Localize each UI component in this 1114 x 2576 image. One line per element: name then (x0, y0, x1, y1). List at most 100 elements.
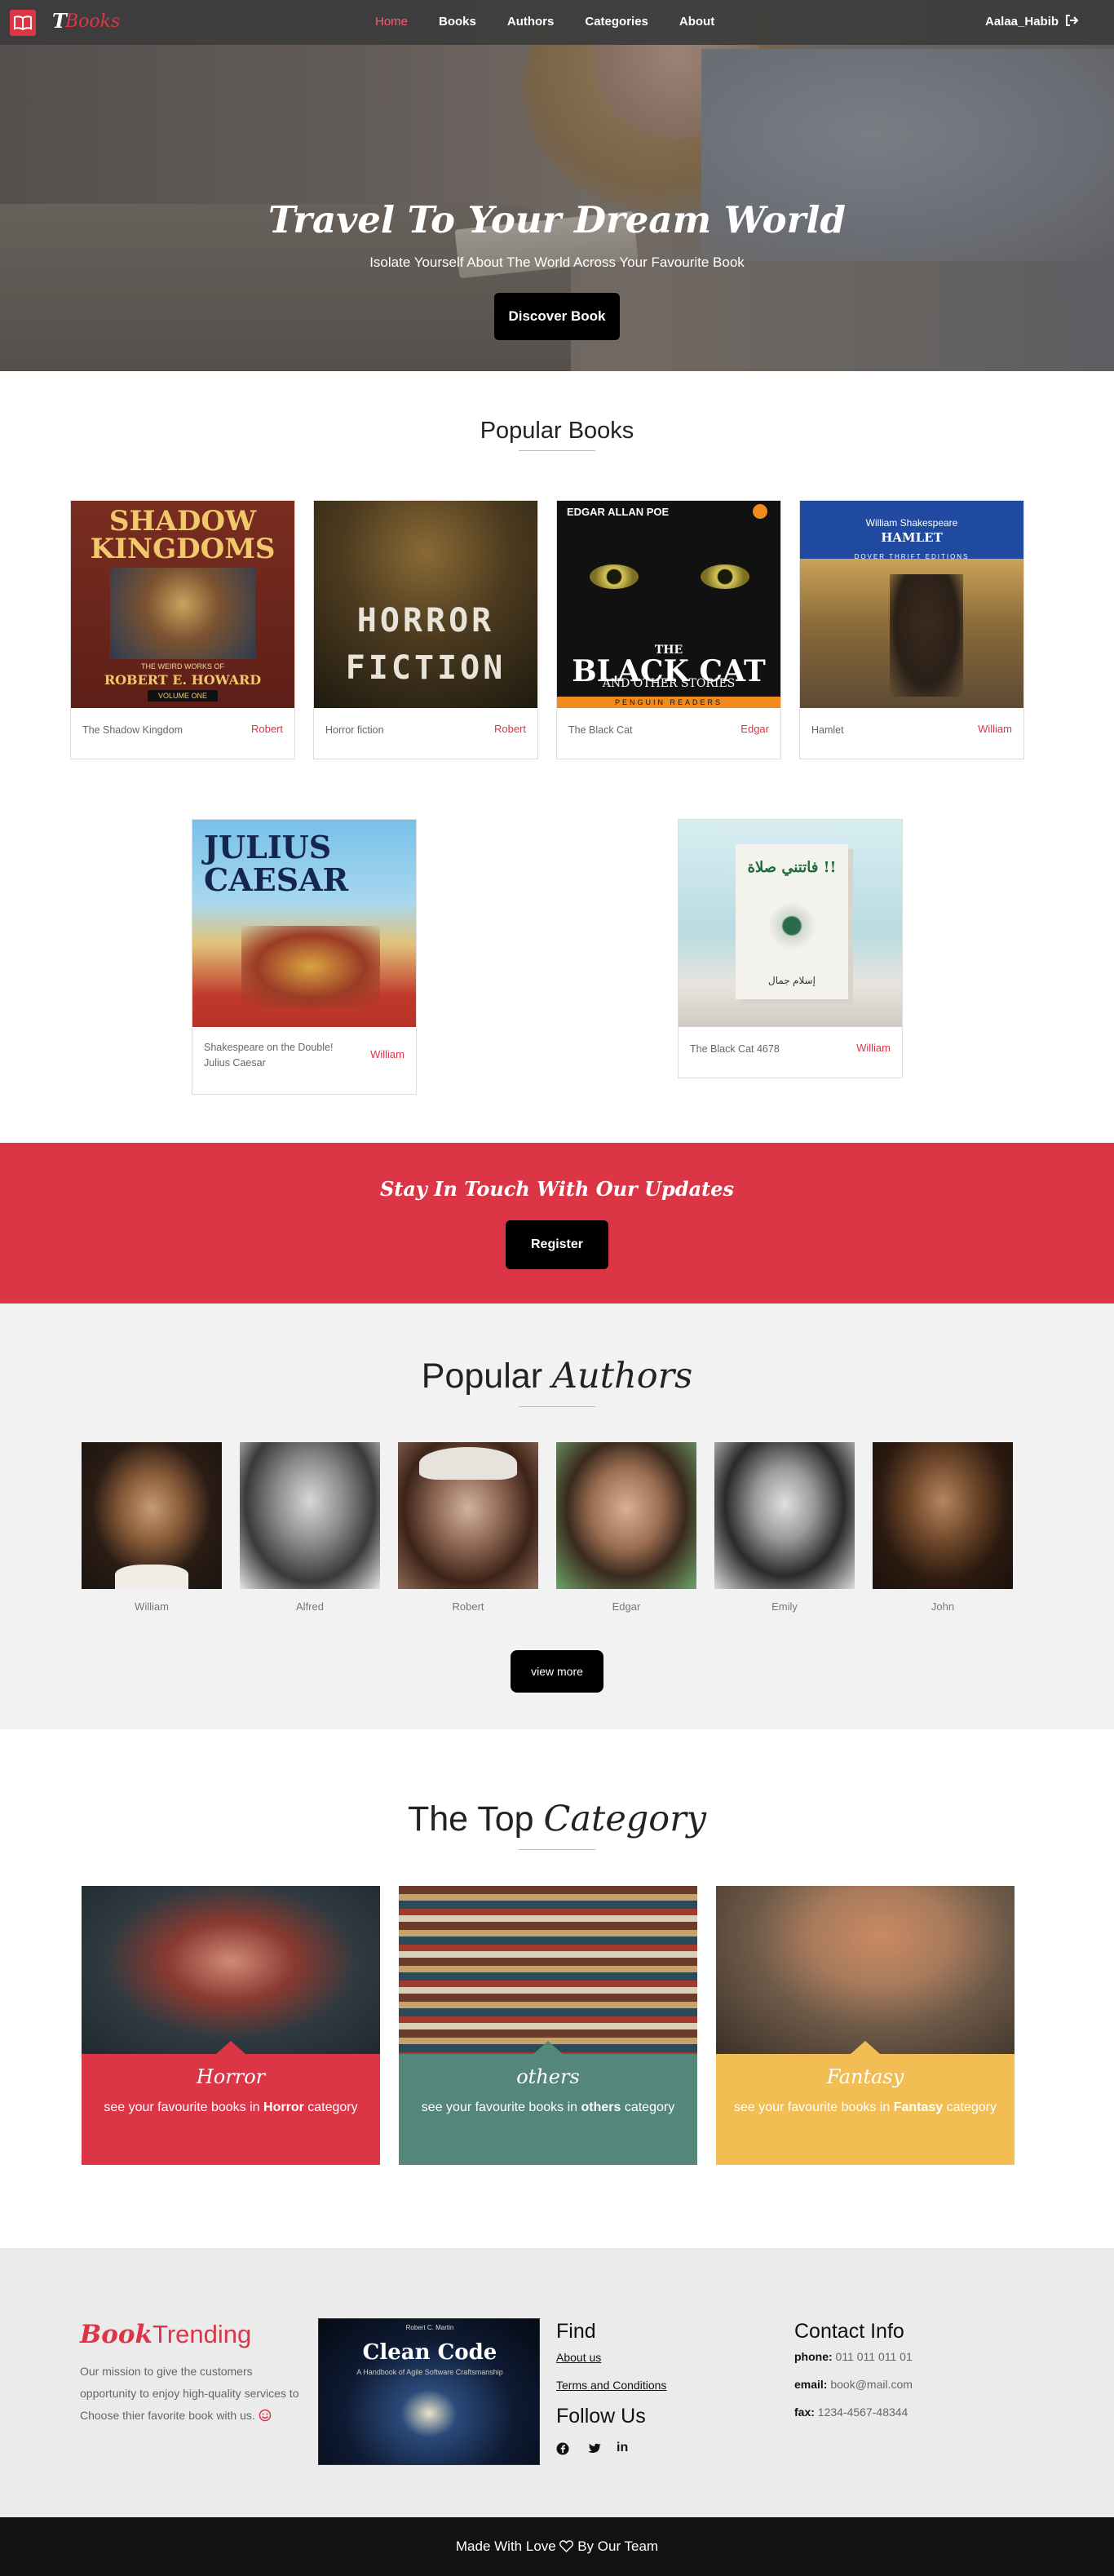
cover-title: SHADOW KINGDOMS (90, 505, 276, 565)
discover-book-button[interactable]: Discover Book (494, 293, 620, 340)
cover-title: JULIUS CAESAR (204, 829, 349, 898)
category-card-fantasy[interactable]: Fantasy see your favourite books in Fant… (716, 1886, 1015, 2165)
contact-phone: phone: 011 011 011 01 (794, 2350, 913, 2363)
author-photo[interactable] (714, 1442, 855, 1589)
book-card[interactable]: SHADOW KINGDOMS THE WEIRD WORKS OF ROBERT… (70, 500, 295, 759)
book-card[interactable]: HORROR FICTION Horror fiction Robert (313, 500, 538, 759)
category-card-horror[interactable]: Horror see your favourite books in Horro… (82, 1886, 380, 2165)
book-author[interactable]: William (856, 1042, 891, 1054)
arrow-up-icon (533, 2041, 563, 2054)
promo-author: Robert C. Martin (405, 2324, 454, 2331)
book-cover: SHADOW KINGDOMS THE WEIRD WORKS OF ROBERT… (71, 501, 294, 708)
promo-subtitle: A Handbook of Agile Software Craftsmansh… (356, 2368, 503, 2376)
footer: BookTrending Our mission to give the cus… (0, 2248, 1114, 2517)
book-author[interactable]: Edgar (740, 723, 769, 735)
cover-art (241, 926, 380, 1007)
book-card[interactable]: William Shakespeare HAMLET DOVER THRIFT … (799, 500, 1024, 759)
hero-banner: Travel To Your Dream World Isolate Yours… (0, 0, 1114, 371)
popular-authors-title: Popular Authors (421, 1356, 693, 1396)
category-panel: others see your favourite books in other… (399, 2041, 697, 2165)
category-card-others[interactable]: others see your favourite books in other… (399, 1886, 697, 2165)
book-author[interactable]: Robert (251, 723, 283, 735)
author-name[interactable]: Robert (398, 1600, 538, 1613)
cover-volume: VOLUME ONE (148, 690, 218, 702)
cat-eye-right (701, 564, 749, 589)
promo-title: Clean Code (362, 2340, 497, 2365)
category-panel: Fantasy see your favourite books in Fant… (716, 2041, 1015, 2165)
book-card[interactable]: فاتتني صلاة !! إسلام جمال The Black Cat … (678, 819, 903, 1078)
brand-word[interactable]: Books (65, 11, 120, 32)
footer-brand[interactable]: BookTrending (80, 2320, 251, 2349)
category-name: Horror (196, 2065, 266, 2088)
user-name[interactable]: Aalaa_Habib (985, 15, 1059, 29)
facebook-icon[interactable] (556, 2442, 569, 2455)
author-photo[interactable] (556, 1442, 696, 1589)
contact-fax: fax: 1234-4567-48344 (794, 2406, 908, 2419)
book-title: Hamlet (811, 724, 844, 736)
hero-title: Travel To Your Dream World (268, 198, 846, 241)
cover-small: THE WEIRD WORKS OF (141, 662, 224, 671)
author-name[interactable]: Emily (714, 1600, 855, 1613)
book-cover: William Shakespeare HAMLET DOVER THRIFT … (800, 501, 1023, 708)
contact-email: email: book@mail.com (794, 2378, 913, 2391)
category-image (82, 1886, 380, 2054)
cover-bottom: PENGUIN READERS (557, 697, 780, 708)
cover-title: HAMLET (881, 530, 943, 545)
book-cover: JULIUS CAESAR (192, 820, 416, 1027)
book-card[interactable]: JULIUS CAESAR Shakespeare on the Double! J… (192, 819, 417, 1095)
book-card[interactable]: EDGAR ALLAN POE THE BLACK CAT AND OTHER S… (556, 500, 781, 759)
category-desc: see your favourite books in Horror categ… (104, 2100, 358, 2114)
register-button[interactable]: Register (506, 1220, 608, 1269)
view-more-button[interactable]: view more (511, 1650, 603, 1693)
author-name[interactable]: Edgar (556, 1600, 696, 1613)
top-navbar: T Books Home Books Authors Categories Ab… (0, 0, 1114, 45)
nav-links: Home Books Authors Categories About (375, 15, 745, 29)
arrow-up-icon (216, 2041, 245, 2054)
linkedin-icon[interactable]: in (617, 2441, 628, 2455)
author-photo[interactable] (82, 1442, 222, 1589)
category-name: Fantasy (826, 2065, 904, 2088)
nav-about[interactable]: About (679, 15, 714, 29)
cat-eye-left (590, 564, 639, 589)
twitter-icon[interactable] (587, 2443, 601, 2455)
category-image (399, 1886, 697, 2054)
author-name[interactable]: John (873, 1600, 1013, 1613)
cover-small: إسلام جمال (767, 975, 816, 986)
category-name: others (516, 2065, 580, 2088)
cover-title: فاتتني صلاة !! (747, 859, 837, 876)
nav-categories[interactable]: Categories (585, 15, 648, 29)
author-name[interactable]: William (82, 1600, 222, 1613)
book-title: Horror fiction (325, 724, 384, 736)
nav-authors[interactable]: Authors (507, 15, 555, 29)
clean-code-book-image[interactable]: Robert C. Martin Clean Code A Handbook o… (318, 2318, 540, 2465)
book-cover: EDGAR ALLAN POE THE BLACK CAT AND OTHER S… (557, 501, 780, 708)
author-photo[interactable] (240, 1442, 380, 1589)
follow-title: Follow Us (556, 2405, 646, 2428)
nav-books[interactable]: Books (439, 15, 476, 29)
nav-home[interactable]: Home (375, 15, 408, 29)
updates-title: Stay In Touch With Our Updates (379, 1177, 735, 1201)
bottom-pre: Made With Love (455, 2538, 556, 2554)
book-author[interactable]: William (370, 1048, 404, 1060)
book-logo-icon[interactable] (10, 10, 36, 36)
cover-title: HORROR FICTION (345, 602, 506, 687)
book-author[interactable]: Robert (494, 723, 526, 735)
cover-art (110, 568, 255, 659)
cover-art (767, 901, 816, 950)
book-author[interactable]: William (978, 723, 1012, 735)
heart-icon (559, 2540, 574, 2552)
popular-books-title: Popular Books (480, 418, 634, 444)
cover-author: ROBERT E. HOWARD (104, 672, 262, 688)
author-photo[interactable] (398, 1442, 538, 1589)
logout-icon[interactable] (1064, 13, 1079, 28)
arabic-book: فاتتني صلاة !! إسلام جمال (736, 844, 848, 999)
category-panel: Horror see your favourite books in Horro… (82, 2041, 380, 2165)
about-us-link[interactable]: About us (556, 2351, 601, 2364)
bottom-bar: Made With Love By Our Team (0, 2517, 1114, 2576)
bottom-post: By Our Team (577, 2538, 659, 2554)
updates-banner: Stay In Touch With Our Updates Register (0, 1143, 1114, 1303)
divider (519, 450, 595, 451)
terms-link[interactable]: Terms and Conditions (556, 2379, 666, 2392)
author-name[interactable]: Alfred (240, 1600, 380, 1613)
author-photo[interactable] (873, 1442, 1013, 1589)
